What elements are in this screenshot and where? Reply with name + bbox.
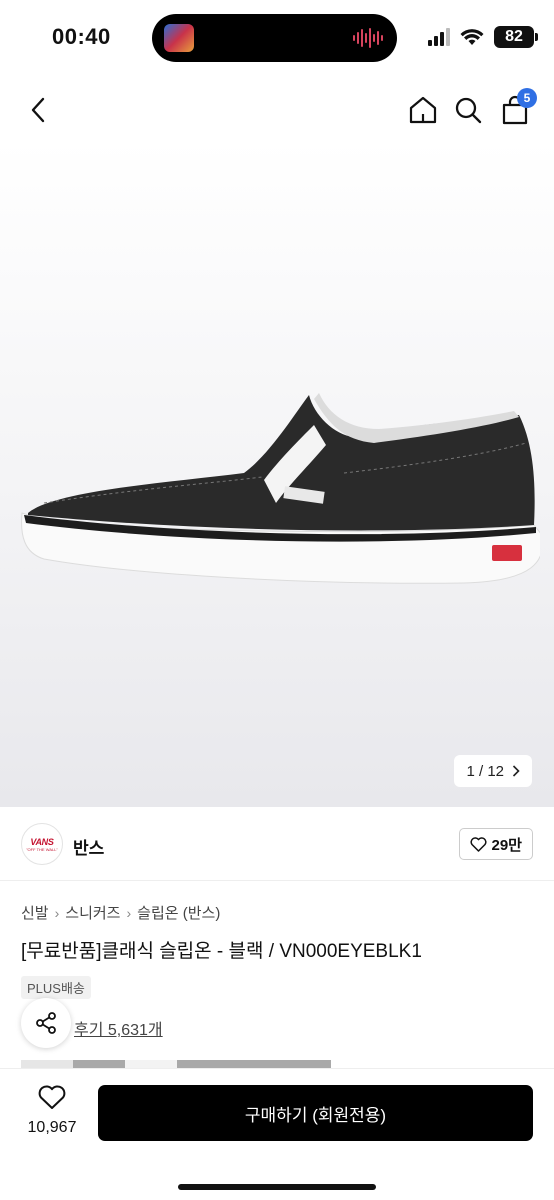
status-bar: 00:40 82: [0, 0, 554, 78]
wifi-icon: [460, 29, 484, 45]
battery-icon: 82: [494, 26, 538, 48]
breadcrumb-item[interactable]: 스니커즈: [65, 902, 120, 923]
heart-icon: [38, 1085, 66, 1109]
now-playing-artwork: [164, 24, 194, 52]
share-button[interactable]: [21, 998, 71, 1048]
product-title: [무료반품]클래식 슬립온 - 블랙 / VN000EYEBLK1: [21, 941, 422, 962]
section-tab-strip: [21, 1060, 331, 1068]
brand-name[interactable]: 반스: [73, 834, 104, 859]
breadcrumb: 신발 › 스니커즈 › 슬립온 (반스): [21, 902, 220, 923]
wishlist-count: 10,967: [27, 1119, 77, 1136]
buy-button[interactable]: 구매하기 (회원전용): [98, 1085, 533, 1141]
reviews-link[interactable]: 후기 5,631개: [74, 1016, 163, 1040]
product-image-gallery[interactable]: 1 / 12: [0, 140, 554, 807]
status-indicators: 82: [428, 26, 538, 48]
heart-icon: [469, 836, 487, 852]
back-button[interactable]: [18, 90, 58, 130]
brand-logo-text: VANS: [30, 836, 54, 847]
delivery-badge: PLUS배송: [21, 976, 91, 999]
breadcrumb-item[interactable]: 슬립온 (반스): [137, 902, 220, 923]
cart-count-badge: 5: [517, 88, 537, 108]
chevron-right-icon: [512, 765, 520, 777]
signal-icon: [428, 28, 450, 46]
back-chevron-icon: [31, 97, 45, 123]
image-counter-label: 1 / 12: [466, 762, 504, 780]
chevron-right-icon: ›: [126, 904, 132, 921]
top-navigation: 5: [0, 80, 554, 140]
image-counter-button[interactable]: 1 / 12: [454, 755, 532, 787]
brand-like-button[interactable]: 29만: [458, 828, 533, 860]
home-indicator: [178, 1184, 376, 1190]
cart-button[interactable]: 5: [495, 88, 537, 130]
search-icon: [455, 97, 482, 124]
share-icon: [36, 1012, 56, 1034]
brand-row: VANS "OFF THE WALL" 반스 29만: [0, 807, 554, 881]
product-image-slip-on-shoe: [21, 393, 540, 584]
brand-logo[interactable]: VANS "OFF THE WALL": [21, 823, 63, 865]
dynamic-island[interactable]: [152, 14, 397, 62]
wishlist-button[interactable]: 10,967: [22, 1085, 82, 1137]
breadcrumb-item[interactable]: 신발: [21, 902, 49, 923]
brand-logo-slogan: "OFF THE WALL": [26, 846, 58, 852]
bottom-purchase-bar: 10,967 구매하기 (회원전용): [0, 1068, 554, 1200]
brand-like-count: 29만: [491, 836, 523, 854]
home-icon: [409, 96, 437, 124]
chevron-right-icon: ›: [54, 904, 60, 921]
audio-waveform-icon: [353, 27, 383, 49]
home-button[interactable]: [403, 90, 443, 130]
search-button[interactable]: [448, 90, 488, 130]
status-time: 00:40: [52, 24, 111, 49]
